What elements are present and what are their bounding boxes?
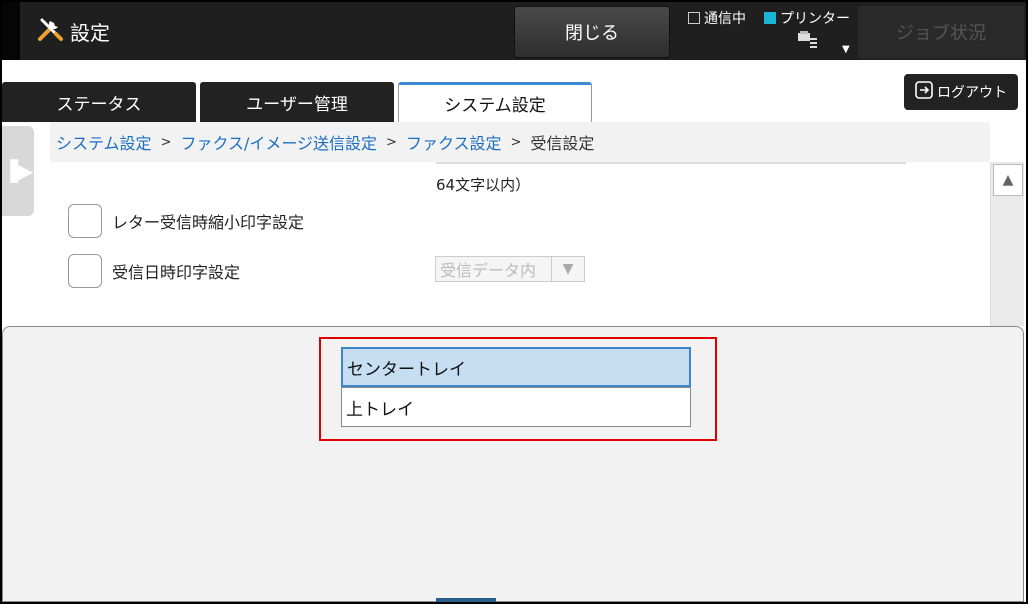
breadcrumb-system-settings[interactable]: システム設定 — [56, 130, 152, 154]
status-area: 通信中 プリンター ▼ — [682, 6, 858, 58]
job-status-button[interactable]: ジョブ状況 — [858, 6, 1024, 58]
breadcrumb-current: 受信設定 — [530, 134, 595, 153]
breadcrumb-fax-image-send[interactable]: ファクス/イメージ送信設定 — [180, 130, 377, 154]
option-select-panel: センタートレイ 上トレイ — [2, 326, 1024, 602]
tab-system-settings[interactable]: システム設定 — [398, 82, 592, 122]
expand-arrow-icon: ▐▶ — [2, 159, 34, 183]
close-button[interactable]: 閉じる — [514, 6, 670, 58]
breadcrumb-separator: > — [510, 134, 522, 150]
receive-date-print-checkbox[interactable] — [68, 254, 102, 288]
print-position-select: 受信データ内 ▼ — [435, 256, 585, 282]
arrow-up-icon: ▲ — [1002, 172, 1014, 188]
breadcrumb-separator: > — [160, 134, 172, 150]
scroll-up-button[interactable]: ▲ — [993, 164, 1023, 196]
tools-icon — [36, 15, 64, 48]
letter-reduce-print-checkbox[interactable] — [68, 204, 102, 238]
scrollbar[interactable]: ▲ — [990, 162, 1024, 326]
logout-icon — [915, 81, 933, 103]
printer-queue-icon[interactable] — [796, 30, 820, 52]
letter-reduce-print-label: レター受信時縮小印字設定 — [112, 213, 305, 232]
side-panel-toggle[interactable]: ▐▶ — [2, 126, 34, 216]
breadcrumb: システム設定 > ファクス/イメージ送信設定 > ファクス設定 > 受信設定 — [50, 122, 990, 162]
breadcrumb-fax-settings[interactable]: ファクス設定 — [406, 130, 502, 154]
chevron-down-icon[interactable]: ▼ — [842, 44, 850, 55]
tab-bar: ステータス ユーザー管理 システム設定 ログアウト — [2, 60, 1026, 122]
communication-label: 通信中 — [704, 11, 746, 27]
print-position-value: 受信データ内 — [436, 257, 552, 281]
tray-option-list: センタートレイ 上トレイ — [319, 337, 717, 441]
status-printer: プリンター — [764, 8, 850, 28]
printer-label: プリンター — [780, 11, 850, 27]
printer-indicator — [764, 12, 776, 24]
character-limit-note: 64文字以内） — [436, 176, 531, 194]
bottom-button-edge — [436, 598, 496, 602]
app-title: 設定 — [36, 16, 110, 46]
option-center-tray[interactable]: センタートレイ — [341, 347, 691, 387]
tab-user-management[interactable]: ユーザー管理 — [200, 82, 394, 122]
breadcrumb-separator: > — [386, 134, 397, 150]
communication-indicator — [688, 12, 700, 24]
text-field-edge — [436, 162, 906, 164]
settings-screen: 設定 閉じる 通信中 プリンター ▼ ジョブ状況 ステータス ユーザー管理 シス… — [2, 2, 1026, 602]
option-upper-tray[interactable]: 上トレイ — [341, 387, 691, 427]
letter-reduce-print-row: レター受信時縮小印字設定 — [68, 204, 304, 238]
header-bar: 設定 閉じる 通信中 プリンター ▼ ジョブ状況 — [2, 2, 1026, 60]
app-title-text: 設定 — [70, 20, 110, 45]
logout-label: ログアウト — [937, 85, 1007, 101]
chevron-down-icon: ▼ — [562, 261, 574, 277]
tab-status[interactable]: ステータス — [2, 82, 196, 122]
logout-button[interactable]: ログアウト — [904, 74, 1018, 110]
header-edge — [2, 2, 20, 60]
receive-date-print-row: 受信日時印字設定 — [68, 254, 240, 288]
status-communication: 通信中 — [688, 8, 746, 28]
receive-date-print-label: 受信日時印字設定 — [112, 263, 241, 282]
